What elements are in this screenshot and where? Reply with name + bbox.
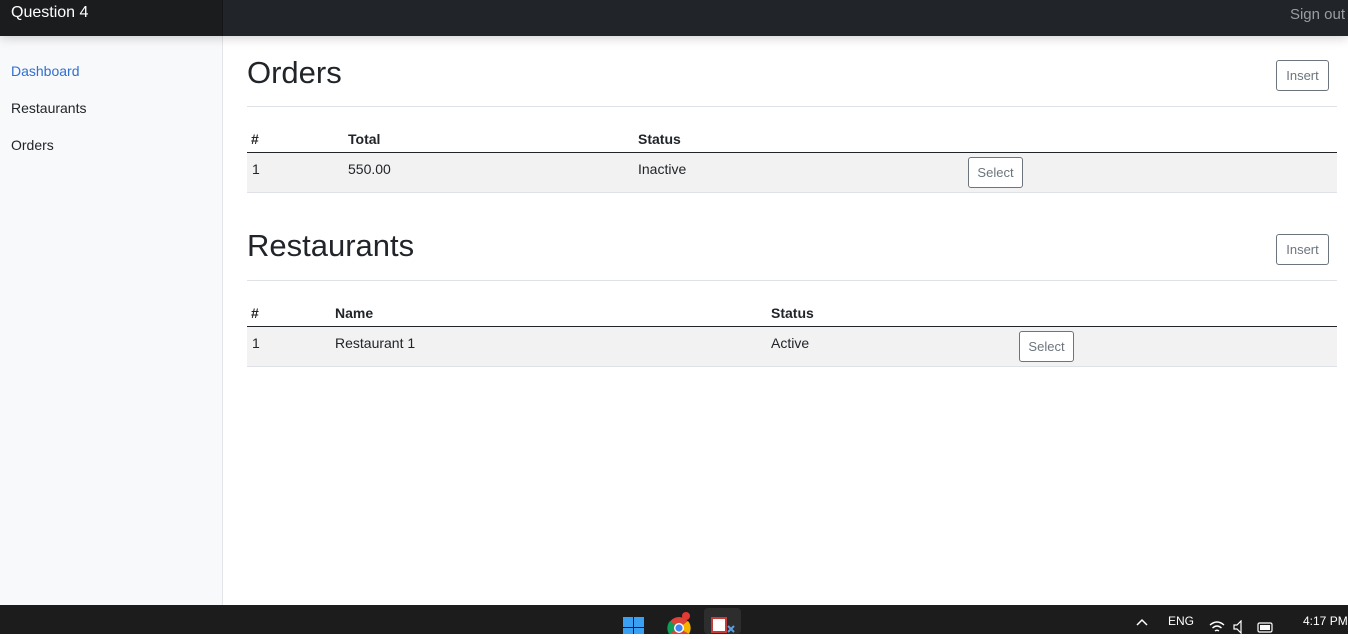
sidebar: Dashboard Restaurants Orders <box>0 36 223 605</box>
orders-title: Orders <box>247 55 342 90</box>
orders-table-header: # Total Status <box>247 117 1337 153</box>
restaurants-header: Restaurants Insert <box>247 193 1337 281</box>
language-indicator[interactable]: ENG <box>1168 614 1194 628</box>
sign-out-link[interactable]: Sign out <box>1290 6 1345 23</box>
top-navbar: Question 4 Sign out <box>0 0 1348 36</box>
orders-insert-button[interactable]: Insert <box>1276 60 1329 91</box>
snipping-tool-icon[interactable] <box>704 608 741 634</box>
column-header-status: Status <box>771 305 814 321</box>
restaurant-status: Active <box>771 335 810 351</box>
sidebar-item-restaurants[interactable]: Restaurants <box>11 100 86 116</box>
column-header-status: Status <box>638 131 681 147</box>
clock-time[interactable]: 4:17 PM <box>1303 614 1348 628</box>
order-id: 1 <box>252 161 260 177</box>
restaurant-select-button[interactable]: Select <box>1019 331 1074 362</box>
order-select-button[interactable]: Select <box>968 157 1023 188</box>
os-taskbar: ENG 4:17 PM <box>0 605 1348 639</box>
order-total: 550.00 <box>348 161 391 177</box>
table-row: 1 550.00 Inactive Select <box>247 153 1337 193</box>
orders-table: # Total Status 1 550.00 Inactive Select <box>247 117 1337 193</box>
brand-title[interactable]: Question 4 <box>11 4 88 22</box>
wifi-icon[interactable] <box>1209 620 1225 637</box>
restaurant-name: Restaurant 1 <box>335 335 416 351</box>
restaurants-insert-button[interactable]: Insert <box>1276 234 1329 265</box>
windows-start-icon[interactable] <box>623 612 645 639</box>
order-status: Inactive <box>638 161 687 177</box>
chevron-up-icon[interactable] <box>1136 616 1148 630</box>
chrome-icon[interactable] <box>667 612 691 639</box>
table-row: 1 Restaurant 1 Active Select <box>247 327 1337 367</box>
battery-icon[interactable] <box>1257 620 1275 637</box>
sidebar-item-orders[interactable]: Orders <box>11 137 54 153</box>
main-content: Orders Insert # Total Status 1 550.00 In… <box>247 36 1337 367</box>
restaurants-title: Restaurants <box>247 228 415 263</box>
column-header-number: # <box>251 305 259 321</box>
column-header-name: Name <box>335 305 374 321</box>
brand[interactable]: Question 4 <box>0 0 223 36</box>
sidebar-item-dashboard[interactable]: Dashboard <box>11 63 80 79</box>
restaurants-table-header: # Name Status <box>247 291 1337 327</box>
restaurants-table: # Name Status 1 Restaurant 1 Active Sele… <box>247 291 1337 367</box>
restaurant-id: 1 <box>252 335 260 351</box>
column-header-total: Total <box>348 131 381 147</box>
column-header-number: # <box>251 131 259 147</box>
orders-header: Orders Insert <box>247 36 1337 107</box>
volume-icon[interactable] <box>1233 619 1247 637</box>
